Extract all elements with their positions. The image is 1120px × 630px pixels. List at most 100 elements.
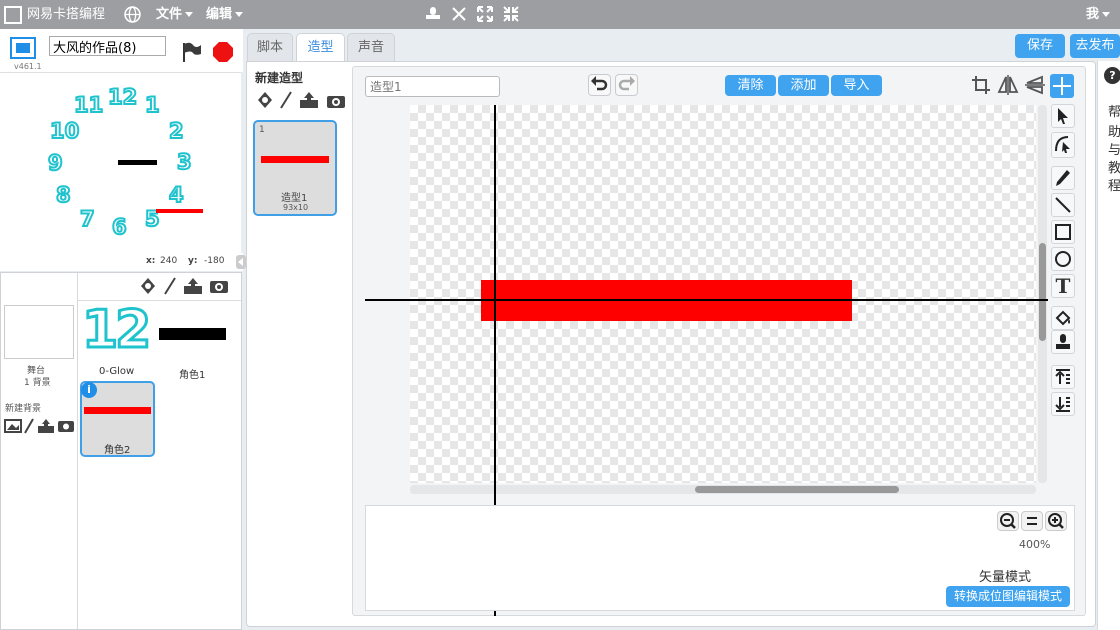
- clear-button[interactable]: 清除: [725, 75, 776, 96]
- line-icon: [1055, 197, 1071, 213]
- paint-sprite-icon[interactable]: [162, 277, 178, 295]
- green-flag-icon[interactable]: [180, 41, 202, 63]
- layer-down-icon: [1055, 397, 1070, 412]
- zoom-reset-button[interactable]: [1021, 511, 1043, 531]
- undo-icon: [591, 76, 608, 91]
- sprite-pane: 舞台 1 背景 新建背景 12 0-Glow 角色1 i 角色2: [0, 272, 242, 630]
- clock-number-1: 1: [144, 92, 161, 118]
- clock-number-8: 8: [55, 182, 72, 208]
- camera-costume-icon[interactable]: [326, 93, 346, 109]
- send-backward-tool[interactable]: [1051, 392, 1075, 416]
- logo-icon[interactable]: [4, 6, 22, 24]
- sprite-tile-2-selected[interactable]: i 角色2: [80, 381, 155, 457]
- bring-forward-tool[interactable]: [1051, 365, 1075, 389]
- flip-horizontal-icon[interactable]: [996, 74, 1020, 96]
- publish-button[interactable]: 去发布: [1070, 34, 1120, 58]
- convert-to-bitmap-button[interactable]: 转换成位图编辑模式: [946, 586, 1070, 607]
- center-crosshair-horizontal: [365, 299, 1048, 301]
- zoom-out-icon: [1000, 513, 1016, 529]
- help-text[interactable]: 程: [1108, 175, 1120, 194]
- crop-icon[interactable]: [970, 74, 992, 96]
- duplicate-stamp-icon[interactable]: [424, 5, 442, 23]
- sprite-thumb-glow-number: 12: [80, 299, 152, 362]
- ellipse-tool[interactable]: [1051, 247, 1075, 271]
- sprite-thumb-red-bar: [84, 407, 151, 414]
- fullscreen-icon[interactable]: [10, 37, 36, 59]
- sprite-name: 角色1: [179, 370, 206, 381]
- edit-menu[interactable]: 编辑: [206, 0, 244, 29]
- paint-costume-icon[interactable]: [279, 91, 293, 109]
- clock-number-6: 6: [111, 214, 128, 240]
- stamp-tool[interactable]: [1051, 330, 1075, 354]
- delete-scissors-icon[interactable]: [450, 5, 468, 23]
- sprite-pane-divider: [77, 273, 78, 629]
- fill-tool[interactable]: [1051, 306, 1075, 330]
- pencil-tool[interactable]: [1051, 166, 1075, 190]
- zoom-in-button[interactable]: [1045, 511, 1067, 531]
- new-backdrop-label: 新建背景: [5, 404, 42, 414]
- select-tool[interactable]: [1051, 104, 1075, 128]
- help-icon[interactable]: ?: [1104, 67, 1120, 84]
- horizontal-scroll-thumb[interactable]: [695, 486, 899, 493]
- line-tool[interactable]: [1051, 193, 1075, 217]
- upload-backdrop-icon[interactable]: [37, 418, 55, 434]
- logo-text[interactable]: 网易卡搭编程: [27, 0, 105, 29]
- canvas-scrollbar-vertical[interactable]: [1038, 105, 1047, 483]
- upload-sprite-icon[interactable]: [183, 277, 203, 295]
- save-button[interactable]: 保存: [1015, 34, 1065, 58]
- text-tool[interactable]: T: [1051, 274, 1075, 298]
- zoom-in-icon: [1048, 513, 1064, 529]
- reshape-icon: [1055, 136, 1070, 153]
- sprite-tile-0-glow[interactable]: 12 0-Glow: [80, 299, 153, 379]
- file-menu[interactable]: 文件: [156, 0, 194, 29]
- clock-number-2: 2: [168, 118, 185, 144]
- tab-scripts[interactable]: 脚本: [247, 33, 293, 61]
- tab-costumes[interactable]: 造型: [296, 33, 345, 62]
- paint-backdrop-icon[interactable]: [23, 418, 35, 434]
- costume-name-input[interactable]: [365, 76, 500, 97]
- info-icon[interactable]: i: [81, 382, 97, 398]
- set-center-button[interactable]: [1050, 74, 1074, 98]
- clock-number-10: 10: [49, 118, 80, 144]
- redo-button[interactable]: [615, 74, 638, 96]
- import-button[interactable]: 导入: [831, 75, 882, 96]
- project-name-input[interactable]: [49, 36, 166, 56]
- choose-costume-icon[interactable]: [256, 91, 274, 109]
- version-label: v461.1: [14, 62, 42, 71]
- canvas-scrollbar-horizontal[interactable]: [410, 485, 1036, 494]
- camera-sprite-icon[interactable]: [209, 278, 229, 294]
- help-text[interactable]: 与: [1108, 139, 1120, 158]
- reshape-tool[interactable]: [1051, 132, 1075, 158]
- help-text[interactable]: 助: [1108, 121, 1120, 140]
- upload-costume-icon[interactable]: [299, 91, 319, 109]
- vertical-scroll-thumb[interactable]: [1039, 243, 1046, 341]
- pencil-icon: [1056, 170, 1070, 186]
- add-button[interactable]: 添加: [778, 75, 829, 96]
- zoom-out-button[interactable]: [997, 511, 1019, 531]
- collapse-stage-button[interactable]: [236, 255, 246, 269]
- sprite-red-hand[interactable]: [156, 209, 203, 213]
- stage-header: v461.1: [0, 29, 243, 72]
- grow-icon[interactable]: [476, 5, 494, 23]
- arrow-pointer-icon: [1058, 108, 1068, 124]
- flip-vertical-icon[interactable]: [1024, 74, 1046, 96]
- sprite-tile-1[interactable]: 角色1: [155, 304, 229, 381]
- globe-icon[interactable]: [124, 0, 141, 29]
- clock-number-4: 4: [168, 182, 185, 208]
- camera-backdrop-icon[interactable]: [57, 419, 75, 433]
- stop-icon[interactable]: [212, 41, 234, 63]
- stage-thumbnail[interactable]: [4, 305, 74, 359]
- choose-sprite-icon[interactable]: [139, 277, 157, 295]
- shrink-icon[interactable]: [502, 5, 520, 23]
- tab-sounds[interactable]: 声音: [347, 33, 395, 61]
- user-menu[interactable]: 我: [1086, 0, 1111, 29]
- costume-tile-selected[interactable]: 1 造型1 93x10: [253, 120, 337, 216]
- rectangle-tool[interactable]: [1051, 220, 1075, 244]
- chevron-down-icon: [235, 12, 244, 17]
- undo-button[interactable]: [588, 74, 611, 96]
- choose-backdrop-icon[interactable]: [4, 418, 22, 434]
- sprite-black-hand[interactable]: [118, 160, 157, 165]
- help-text[interactable]: 帮: [1108, 101, 1120, 120]
- stage-canvas[interactable]: 12 1 2 3 4 5 6 7 8 9 10 11: [0, 72, 241, 253]
- help-text[interactable]: 教: [1108, 157, 1120, 176]
